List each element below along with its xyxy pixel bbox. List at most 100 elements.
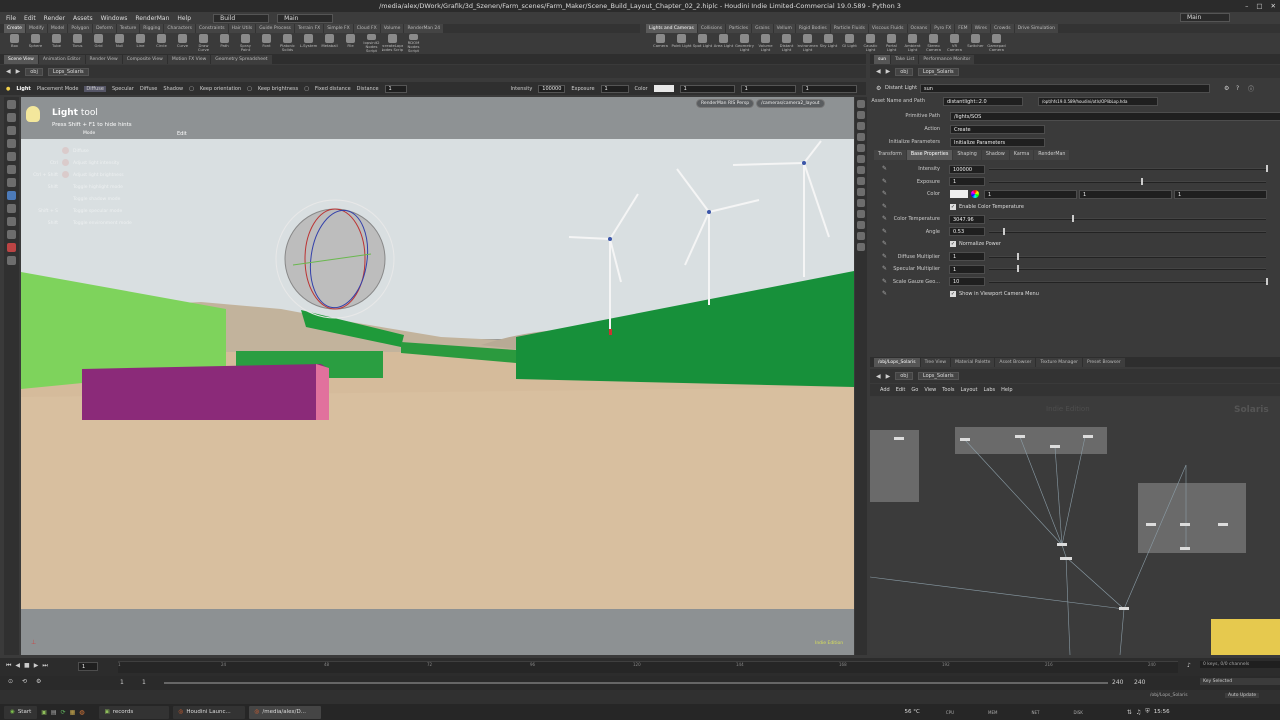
pane-tab-render-view[interactable]: Render View xyxy=(85,54,122,64)
shelf-tool-portal-light[interactable]: Portal Light xyxy=(881,33,902,53)
firefox-icon[interactable]: ◍ xyxy=(79,709,84,716)
color-g-field[interactable]: 1 xyxy=(740,84,796,93)
shelf-tab-polygon[interactable]: Polygon xyxy=(68,24,93,33)
help-icon[interactable]: ? xyxy=(1236,85,1239,92)
param-slider-specular-multiplier[interactable] xyxy=(989,268,1266,270)
fixed-distance-checkbox[interactable]: ▢ xyxy=(304,86,309,92)
range-end-2[interactable]: 240 xyxy=(1134,679,1145,686)
shelf-tool-curve[interactable]: Curve xyxy=(172,33,193,53)
shelf-tab-texture[interactable]: Texture xyxy=(116,24,140,33)
intensity-field[interactable]: 100000 xyxy=(538,84,566,93)
shelf-tool-gi-light[interactable]: GI Light xyxy=(839,33,860,53)
pane-tab-geometry-spreadsheet[interactable]: Geometry Spreadsheet xyxy=(211,54,272,64)
handle-tool-icon[interactable] xyxy=(7,165,16,174)
param-field-intensity[interactable]: 100000 xyxy=(949,164,985,174)
shelf-tab-constraints[interactable]: Constraints xyxy=(195,24,228,33)
network-tab-texture-manager[interactable]: Texture Manager xyxy=(1036,357,1082,367)
volume-icon[interactable]: ♫ xyxy=(1136,709,1141,716)
jump-end-icon[interactable]: ⏭ xyxy=(42,662,47,670)
shelf-tool-sphere[interactable]: Sphere xyxy=(25,33,46,53)
settings-icon[interactable]: ⚙ xyxy=(36,678,41,685)
network-menu-tools[interactable]: Tools xyxy=(942,387,954,393)
shelf-tool-font[interactable]: Font xyxy=(256,33,277,53)
shelf-tool-lopsinit2-nodes-script[interactable]: lopsinit2 Nodes Script xyxy=(361,33,382,53)
audio-icon[interactable]: ♪ xyxy=(1187,662,1191,669)
shelf-tab-lights-and-cameras[interactable]: Lights and Cameras xyxy=(646,24,697,33)
forward-arrow-icon[interactable]: ▶ xyxy=(16,68,21,75)
network-menu-view[interactable]: View xyxy=(924,387,936,393)
shelf-tab-create[interactable]: Create xyxy=(4,24,25,33)
forward-arrow-icon[interactable]: ▶ xyxy=(886,373,891,380)
network-tab-material-palette[interactable]: Material Palette xyxy=(951,357,995,367)
pane-tab-sun[interactable]: sun xyxy=(874,54,891,64)
start-button[interactable]: ◉ Start xyxy=(4,705,38,719)
select-tool-icon[interactable] xyxy=(7,100,16,109)
mode-diffuse[interactable]: Diffuse xyxy=(84,85,106,92)
render-region-icon[interactable] xyxy=(857,243,865,251)
shelf-tab-fem[interactable]: FEM xyxy=(955,24,971,33)
pencil-icon[interactable]: ✎ xyxy=(882,241,888,247)
refresh-icon[interactable]: ⟳ xyxy=(61,709,66,716)
network-menu-layout[interactable]: Layout xyxy=(961,387,978,393)
menu-file[interactable]: File xyxy=(6,15,16,22)
param-tab-shadow[interactable]: Shadow xyxy=(981,150,1009,160)
color-g-field[interactable]: 1 xyxy=(1079,189,1172,199)
shelf-tab-modify[interactable]: Modify xyxy=(25,24,47,33)
network-tab-preset-browser[interactable]: Preset Browser xyxy=(1083,357,1125,367)
right-desktop-dropdown[interactable]: Main xyxy=(1180,13,1230,22)
param-field-color-temperature[interactable]: 3047.96 xyxy=(949,214,985,224)
shelf-tab-cloud-fx[interactable]: Cloud FX xyxy=(353,24,380,33)
shelf-tab-pyro-fx[interactable]: Pyro FX xyxy=(931,24,955,33)
color-b-field[interactable]: 1 xyxy=(801,84,857,93)
task-records[interactable]: ▣ records xyxy=(98,705,169,719)
param-slider-angle[interactable] xyxy=(989,230,1266,233)
param-tab-transform[interactable]: Transform xyxy=(874,150,906,160)
shelf-tab-wires[interactable]: Wires xyxy=(971,24,991,33)
color-b-field[interactable]: 1 xyxy=(1174,189,1267,199)
network-menu-go[interactable]: Go xyxy=(911,387,918,393)
node-name-field[interactable]: sun xyxy=(920,83,1210,93)
path-lops[interactable]: Lops_Solaris xyxy=(47,67,89,76)
desktop-dropdown[interactable]: Main xyxy=(277,13,334,23)
shelf-tab-crowds[interactable]: Crowds xyxy=(991,24,1014,33)
param-field-primitive-path[interactable]: /lights/SOS xyxy=(950,111,1280,121)
wireframe-icon[interactable] xyxy=(857,133,865,141)
shelf-tool-l-system[interactable]: L-System xyxy=(298,33,319,53)
shelf-tool-gamepad-camera[interactable]: Gamepad Camera xyxy=(986,33,1007,53)
ghost-icon[interactable] xyxy=(857,210,865,218)
param-field-action[interactable]: Create xyxy=(950,124,1045,134)
stop-icon[interactable]: ■ xyxy=(24,662,30,670)
slider-thumb[interactable] xyxy=(1003,227,1005,235)
network-tab-obj-lops-solaris[interactable]: /obj/Lops_Solaris xyxy=(874,357,920,367)
menu-renderman[interactable]: RenderMan xyxy=(135,15,169,22)
param-slider-color-temperature[interactable] xyxy=(989,218,1266,220)
shelf-tab-grains[interactable]: Grains xyxy=(752,24,773,33)
shelf-tool-geometry-light[interactable]: Geometry Light xyxy=(734,33,755,53)
display-icon[interactable] xyxy=(857,111,865,119)
guides-icon[interactable] xyxy=(857,188,865,196)
shelf-tab-guide-process[interactable]: Guide Process xyxy=(256,24,294,33)
shelf-tab-vellum[interactable]: Vellum xyxy=(773,24,795,33)
shelf-tool-stereo-camera[interactable]: Stereo Camera xyxy=(923,33,944,53)
shield-icon[interactable]: ⛨ xyxy=(1145,708,1150,716)
shelf-tool-box[interactable]: Box xyxy=(4,33,25,53)
network-menu-edit[interactable]: Edit xyxy=(896,387,906,393)
pane-tab-animation-editor[interactable]: Animation Editor xyxy=(38,54,85,64)
asset-path-field[interactable]: /opt/hfs19.0.589/houdini/otls/OPlibLop.h… xyxy=(1038,96,1158,106)
exposure-field[interactable]: 1 xyxy=(600,84,629,93)
network-view[interactable]: Indie Edition Solaris xyxy=(870,397,1280,655)
shelf-tool-vr-camera[interactable]: VR Camera xyxy=(944,33,965,53)
param-tab-karma[interactable]: Karma xyxy=(1009,150,1034,160)
shelf-tab-oceans[interactable]: Oceans xyxy=(907,24,931,33)
slider-thumb[interactable] xyxy=(1017,252,1019,260)
shelf-tab-model[interactable]: Model xyxy=(47,24,68,33)
checkbox-checked-icon[interactable]: ✓ xyxy=(950,241,956,247)
menu-help[interactable]: Help xyxy=(177,15,191,22)
color-r-field[interactable]: 1 xyxy=(984,189,1077,199)
range-start-2[interactable]: 1 xyxy=(142,679,146,686)
pane-tab-composite-view[interactable]: Composite View xyxy=(122,54,167,64)
shelf-tool-torus[interactable]: Torus xyxy=(67,33,88,53)
path-obj[interactable]: obj xyxy=(25,67,43,76)
param-tab-base-properties[interactable]: Base Properties xyxy=(906,150,953,160)
shelf-tool-tube[interactable]: Tube xyxy=(46,33,67,53)
